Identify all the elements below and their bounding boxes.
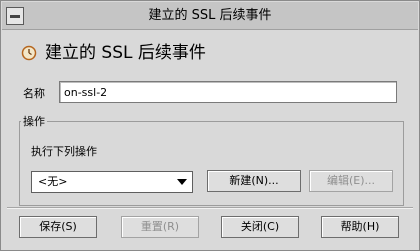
chevron-down-icon[interactable] [177,179,187,185]
save-button[interactable]: 保存(S) [19,216,97,238]
dialog-window: 建立的 SSL 后续事件 建立的 SSL 后续事件 名称 操作 执行下列操作 <… [0,0,420,251]
run-actions-label: 执行下列操作 [31,145,97,158]
window-title: 建立的 SSL 后续事件 [148,8,272,23]
help-button[interactable]: 帮助(H) [321,216,399,238]
footer-separator [7,207,413,209]
action-select[interactable]: <无> [31,171,193,193]
new-button[interactable]: 新建(N)... [207,170,301,192]
reset-button[interactable]: 重置(R) [121,216,199,238]
operation-group [19,121,404,206]
action-select-value: <无> [38,175,68,188]
title-bar: 建立的 SSL 后续事件 [2,2,418,30]
close-button[interactable]: 关闭(C) [221,216,299,238]
edit-button[interactable]: 编辑(E)... [309,170,393,192]
name-label: 名称 [23,87,45,100]
page-title: 建立的 SSL 后续事件 [45,43,206,63]
operation-group-label: 操作 [21,113,47,129]
clock-icon [21,45,37,61]
name-input[interactable] [60,82,396,102]
name-field[interactable] [59,81,397,103]
